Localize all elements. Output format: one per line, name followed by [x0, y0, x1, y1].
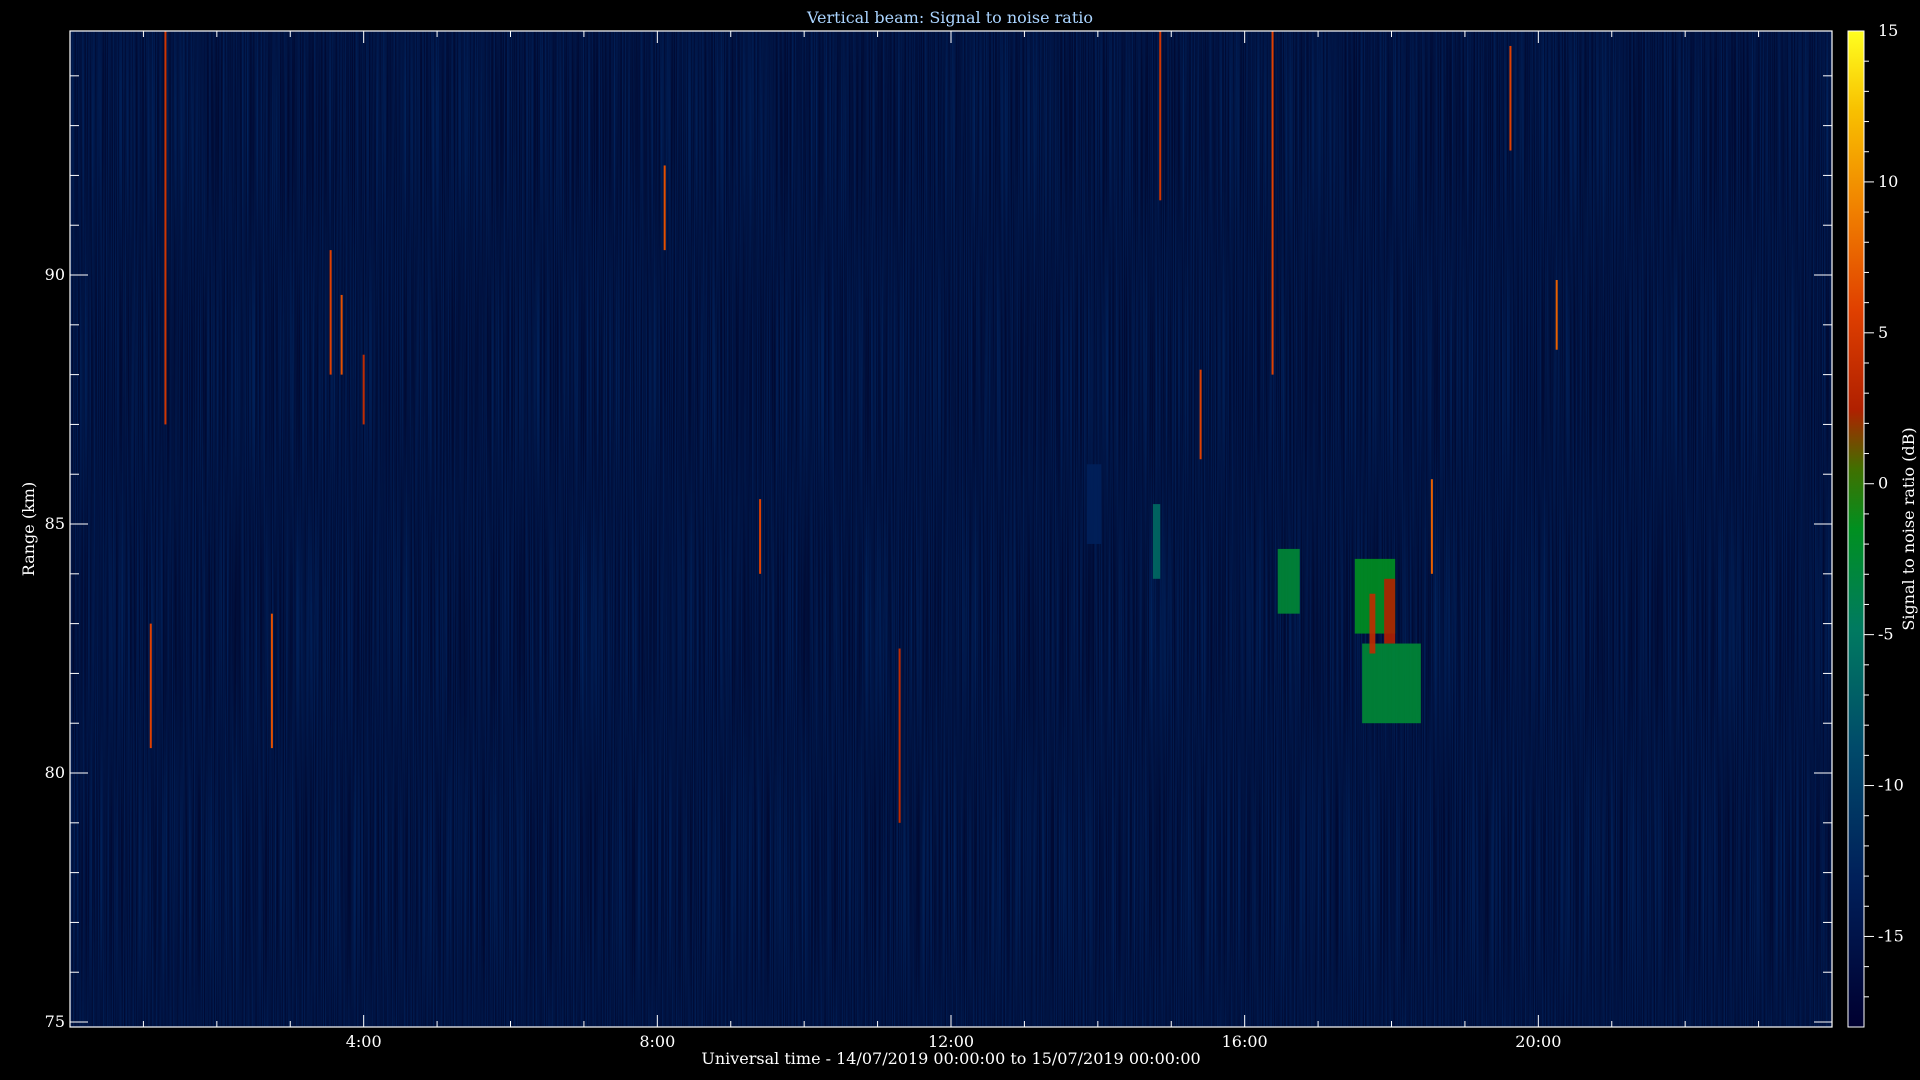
colorbar-tick-label: -15: [1878, 926, 1904, 945]
snr-streak: [1555, 280, 1558, 350]
plot-noise: [70, 31, 1832, 1027]
snr-streak: [1430, 479, 1433, 574]
chart-svg: Vertical beam: Signal to noise ratio 4:0…: [19, 8, 1918, 1068]
y-tick-label: 75: [45, 1012, 65, 1031]
colorbar-label: Signal to noise ratio (dB): [1899, 427, 1918, 630]
snr-streak: [149, 623, 152, 749]
x-tick-label: 20:00: [1515, 1032, 1561, 1051]
echo-region: [1362, 643, 1421, 724]
snr-streak: [1509, 45, 1512, 151]
y-tick-label: 85: [45, 514, 65, 533]
colorbar-tick-label: -10: [1878, 776, 1904, 795]
colorbar-tick-label: 15: [1878, 21, 1898, 40]
snr-heatmap-figure: Vertical beam: Signal to noise ratio 4:0…: [0, 0, 1920, 1080]
echo-region: [1086, 464, 1102, 544]
snr-streak: [329, 250, 332, 375]
echo-region: [1384, 578, 1396, 644]
snr-streak: [164, 31, 167, 425]
colorbar-gradient: [1847, 30, 1865, 1028]
plot-area: 4:00 8:00 12:00 16:00 20:00 75808590: [45, 30, 1833, 1051]
snr-streak: [759, 499, 762, 574]
snr-streak: [270, 613, 273, 749]
colorbar-tick-label: -5: [1878, 625, 1894, 644]
x-tick-label: 16:00: [1222, 1032, 1268, 1051]
y-axis-label: Range (km): [19, 482, 38, 576]
colorbar: 15 10 5 0 -5 -10 -15: [1847, 21, 1904, 1028]
echo-region: [1277, 548, 1300, 614]
snr-streak: [663, 165, 666, 251]
y-tick-label: 90: [45, 265, 65, 284]
snr-streak: [1159, 31, 1162, 201]
colorbar-tick-label: 0: [1878, 474, 1888, 493]
echo-region: [1152, 504, 1161, 579]
x-axis-label: Universal time - 14/07/2019 00:00:00 to …: [701, 1049, 1200, 1068]
colorbar-ticks: 15 10 5 0 -5 -10 -15: [1864, 21, 1904, 998]
snr-streak: [362, 354, 365, 425]
x-tick-label: 8:00: [639, 1032, 675, 1051]
x-tick-label: 4:00: [346, 1032, 382, 1051]
snr-streak: [1199, 369, 1202, 460]
snr-streak: [340, 294, 343, 375]
snr-streak: [898, 648, 901, 823]
colorbar-tick-label: 10: [1878, 172, 1898, 191]
echo-region: [1369, 593, 1376, 654]
snr-streak: [1271, 31, 1274, 375]
colorbar-tick-label: 5: [1878, 323, 1888, 342]
y-tick-label: 80: [45, 763, 65, 782]
chart-title: Vertical beam: Signal to noise ratio: [806, 8, 1093, 27]
